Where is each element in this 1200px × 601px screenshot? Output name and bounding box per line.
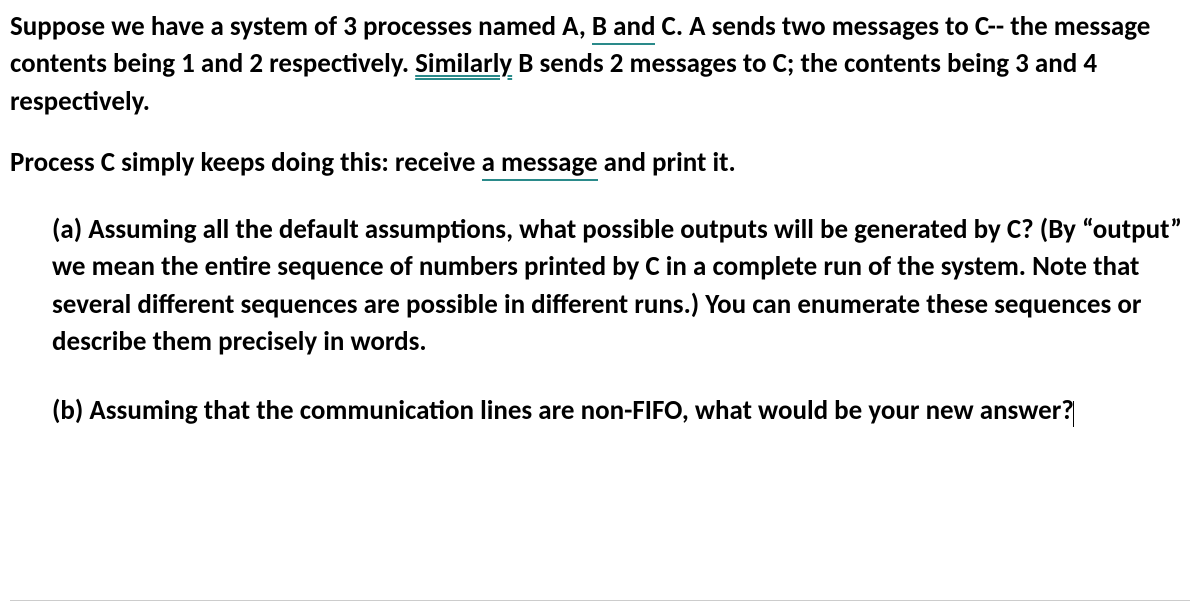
paragraph-intro-2: Process C simply keeps doing this: recei… bbox=[10, 144, 1190, 181]
list-body-b: Assuming that the communication lines ar… bbox=[89, 394, 1073, 427]
spellcheck-underline: B and bbox=[592, 10, 656, 45]
list-label-a: (a) bbox=[52, 213, 88, 246]
list-item-b: (b) Assuming that the communication line… bbox=[10, 392, 1190, 429]
list-body-a: Assuming all the default assumptions, wh… bbox=[52, 213, 1182, 358]
list-label-b: (b) bbox=[52, 394, 89, 427]
text-cursor bbox=[1073, 401, 1074, 427]
text-run: Suppose we have a system of 3 processes … bbox=[10, 10, 592, 43]
grammar-underline: Similarly bbox=[415, 47, 512, 80]
text-run: Process C simply keeps doing this: recei… bbox=[10, 146, 482, 179]
spellcheck-underline: a message bbox=[482, 146, 598, 181]
list-item-a: (a) Assuming all the default assumptions… bbox=[10, 211, 1190, 360]
paragraph-intro-1: Suppose we have a system of 3 processes … bbox=[10, 8, 1190, 120]
text-run: and print it. bbox=[598, 146, 736, 179]
